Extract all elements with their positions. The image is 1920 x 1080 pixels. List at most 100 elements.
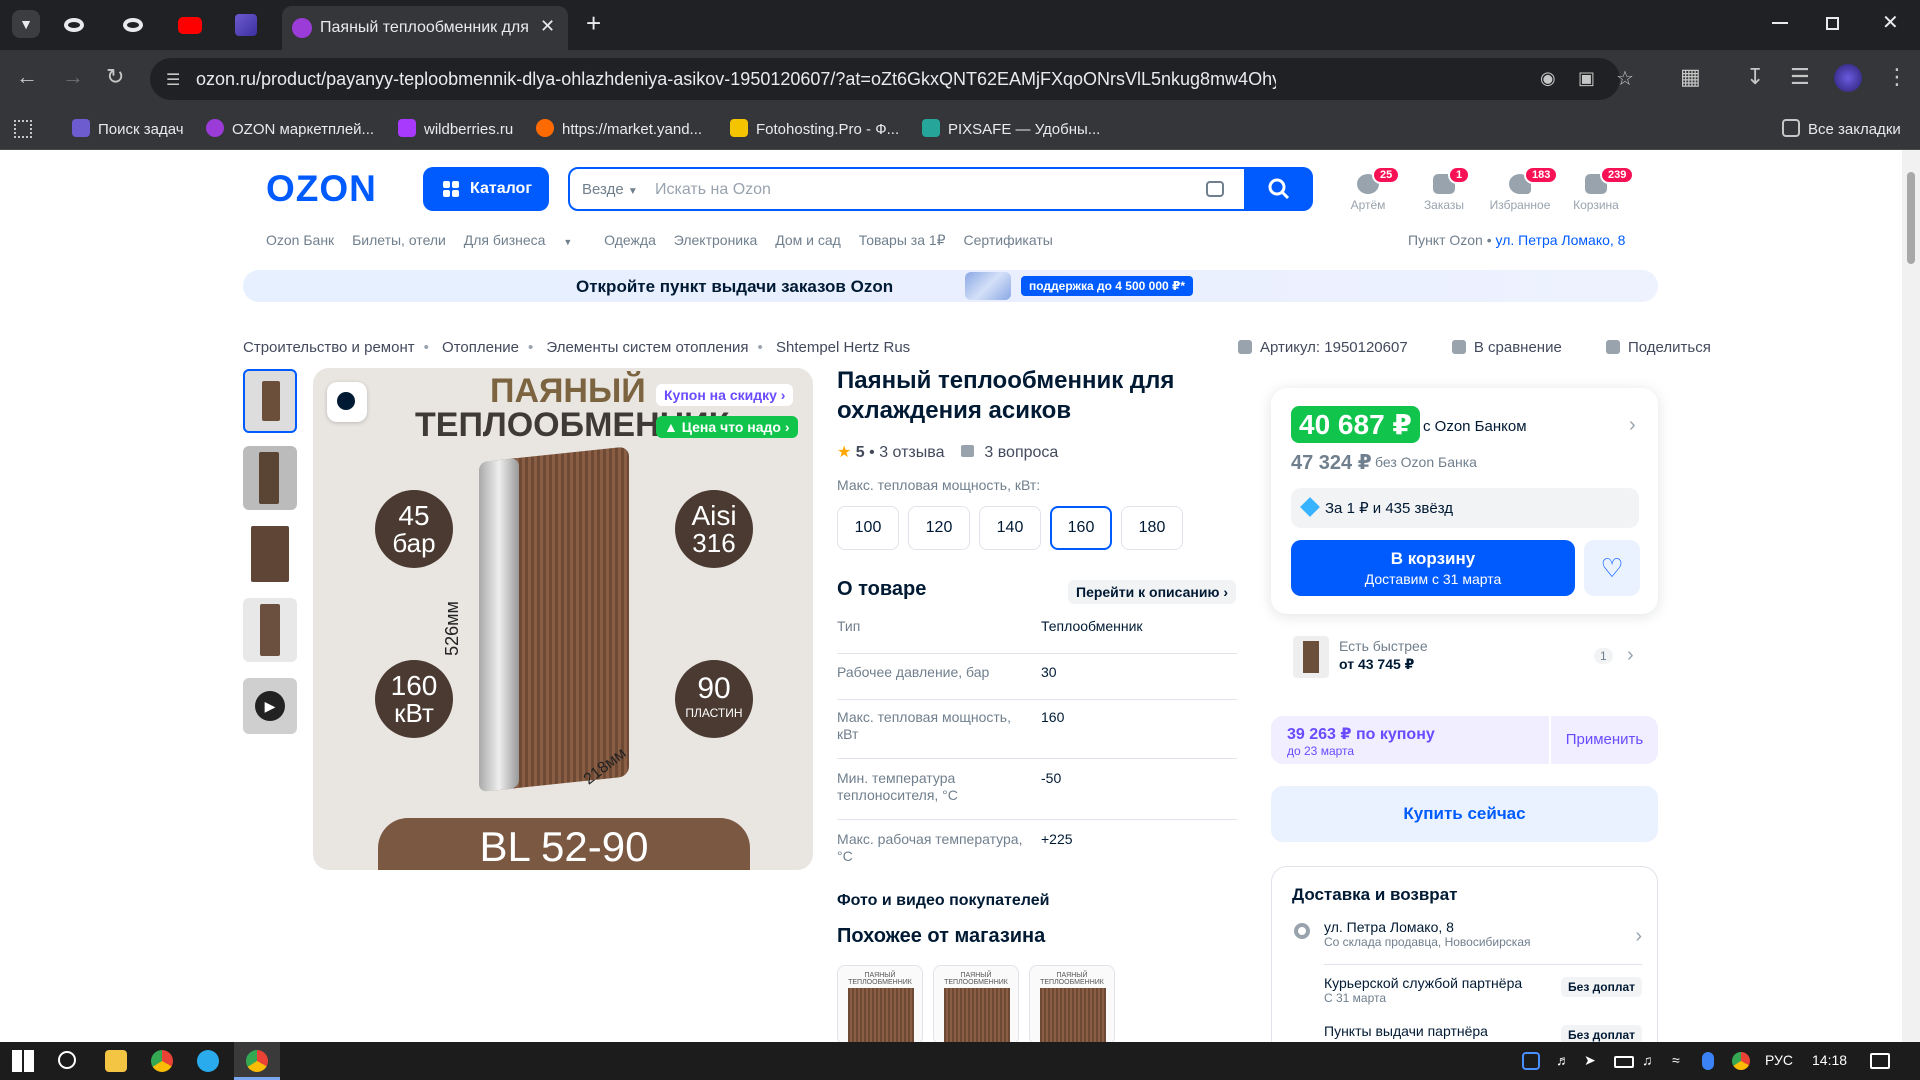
url-text[interactable]: ozon.ru/product/payanyy-teploobmennik-dl… [196, 69, 1276, 90]
bookmark-item[interactable]: Fotohosting.Pro - Ф... [730, 119, 899, 138]
chevron-right-icon[interactable]: › [1629, 414, 1636, 437]
gallery-thumbnail[interactable] [243, 369, 297, 433]
bookmark-item[interactable]: OZON маркетплей... [206, 119, 374, 138]
favorites-link[interactable]: 183 Избранное [1480, 166, 1560, 212]
clock[interactable]: 14:18 [1812, 1052, 1847, 1068]
breadcrumb-item[interactable]: Отопление [442, 339, 519, 356]
pinned-tab-opera-icon[interactable] [123, 18, 143, 32]
promo-banner[interactable]: Откройте пункт выдачи заказов Ozon подде… [243, 270, 1658, 302]
search-scope-select[interactable]: Везде ▼ [582, 181, 638, 198]
profile-avatar[interactable] [1834, 64, 1862, 92]
cart-link[interactable]: 239 Корзина [1556, 166, 1636, 212]
similar-product-card[interactable]: ПАЯНЫЙ ТЕПЛООБМЕННИК [933, 965, 1019, 1042]
reload-icon[interactable]: ↻ [106, 64, 124, 90]
language-indicator[interactable]: РУС [1765, 1052, 1793, 1068]
telegram-icon[interactable] [197, 1050, 219, 1072]
search-input[interactable] [655, 178, 1255, 202]
gallery-video-thumbnail[interactable]: ▶ [243, 678, 297, 734]
all-bookmarks[interactable]: Все закладки [1782, 119, 1901, 138]
camera-search-icon[interactable] [1206, 181, 1224, 197]
delivery-option-partner-points[interactable]: Пункты выдачи партнёра Без доплат [1324, 1023, 1642, 1042]
close-window-button[interactable]: ✕ [1882, 10, 1899, 35]
apply-coupon-button[interactable]: Применить [1549, 716, 1658, 764]
chrome-tray-icon[interactable] [1732, 1052, 1750, 1070]
apps-grid-icon[interactable] [14, 120, 32, 138]
bluetooth-icon[interactable] [1702, 1052, 1714, 1070]
battery-icon[interactable] [1614, 1056, 1634, 1068]
restore-button[interactable] [1826, 17, 1839, 30]
price-sticker[interactable]: ▲ Цена что надо › [656, 416, 798, 438]
gallery-thumbnail[interactable] [243, 522, 297, 586]
nav-item-clothes[interactable]: Одежда [604, 232, 656, 248]
breadcrumb-item[interactable]: Строительство и ремонт [243, 339, 415, 356]
extensions-icon[interactable]: ▦ [1680, 64, 1701, 90]
tracking-off-icon[interactable]: ◉ [1540, 68, 1556, 89]
ozon-logo[interactable]: OZON [266, 168, 377, 210]
delivery-option-courier[interactable]: Курьерской службой партнёра С 31 марта Б… [1324, 975, 1642, 1015]
rating-summary[interactable]: ★ 5 • 3 отзыва 3 вопроса [837, 442, 1058, 462]
option-120[interactable]: 120 [908, 506, 970, 550]
gallery-thumbnail[interactable] [243, 446, 297, 510]
telegram-tray-icon[interactable]: ➤ [1584, 1052, 1606, 1074]
active-tab[interactable]: Паяный теплообменник для охлаждения асик… [282, 6, 568, 50]
nav-item-certificates[interactable]: Сертификаты [963, 232, 1052, 248]
coupon-sticker[interactable]: Купон на скидку › [656, 384, 794, 406]
wifi-icon[interactable]: ≈ [1672, 1052, 1694, 1074]
go-to-description-link[interactable]: Перейти к описанию › [1068, 580, 1236, 604]
file-explorer-icon[interactable] [105, 1050, 127, 1072]
option-100[interactable]: 100 [837, 506, 899, 550]
delivery-option-pickup[interactable]: ул. Петра Ломако, 8 Со склада продавца, … [1324, 919, 1642, 965]
compare-button[interactable]: В сравнение [1451, 339, 1582, 356]
address-bar[interactable]: ☰ ozon.ru/product/payanyy-teploobmennik-… [150, 58, 1634, 100]
nav-item-electronics[interactable]: Электроника [674, 232, 758, 248]
pinned-tab-u-icon[interactable] [235, 14, 257, 36]
profile-link[interactable]: 25 Артём [1328, 166, 1408, 212]
scrollbar-thumb[interactable] [1907, 172, 1915, 264]
nav-item-business[interactable]: Для бизнеса ▼ [464, 232, 587, 248]
product-main-image[interactable]: ПАЯНЫЙ ТЕПЛООБМЕННИК Купон на скидку › ▲… [313, 368, 813, 870]
tray-icon[interactable] [1522, 1052, 1540, 1070]
back-arrow-icon[interactable]: ← [16, 64, 38, 90]
new-tab-button[interactable]: + [586, 8, 601, 39]
buy-now-button[interactable]: Купить сейчас [1271, 786, 1658, 842]
bookmark-item[interactable]: PIXSAFE — Удобны... [922, 119, 1100, 138]
pinned-tab-youtube-icon[interactable] [178, 17, 202, 34]
volume-icon[interactable]: ♬ [1556, 1052, 1578, 1074]
price-with-card[interactable]: 40 687 ₽ [1291, 406, 1420, 443]
similar-product-card[interactable]: ПАЯНЫЙ ТЕПЛООБМЕННИК [837, 965, 923, 1042]
bookmark-item[interactable]: https://market.yand... [536, 119, 702, 138]
bookmark-star-icon[interactable]: ☆ [1616, 66, 1634, 91]
pinned-tab-opera-icon[interactable] [64, 18, 84, 32]
pickup-point[interactable]: Пункт Ozon • ул. Петра Ломако, 8 [1408, 232, 1625, 248]
chrome-icon[interactable] [151, 1050, 173, 1072]
faster-offer[interactable]: Есть быстрее от 43 745 ₽ 1 › [1271, 628, 1658, 688]
search-button[interactable] [1244, 167, 1313, 211]
breadcrumb-item[interactable]: Shtempel Hertz Rus [776, 339, 910, 356]
nav-item-ozon-bank[interactable]: Ozon Банк [266, 232, 334, 248]
nav-item-goods-for-1[interactable]: Товары за 1₽ [859, 232, 946, 248]
speaker-icon[interactable]: ♫ [1642, 1052, 1664, 1074]
bookmark-item[interactable]: Поиск задач [72, 119, 184, 138]
site-settings-icon[interactable]: ☰ [166, 70, 180, 90]
image-search-icon[interactable] [327, 382, 367, 422]
option-160[interactable]: 160 [1050, 506, 1112, 550]
page-scrollbar[interactable] [1902, 150, 1920, 1042]
nav-item-tickets[interactable]: Билеты, отели [352, 232, 446, 248]
article-number[interactable]: Артикул: 1950120607 [1238, 339, 1428, 356]
search-icon[interactable] [58, 1051, 76, 1069]
close-tab-icon[interactable]: ✕ [540, 16, 555, 37]
download-icon[interactable]: ↧ [1746, 64, 1764, 90]
chrome-active-taskbar-item[interactable] [234, 1042, 280, 1080]
breadcrumb-item[interactable]: Элементы систем отопления [546, 339, 748, 356]
share-button[interactable]: Поделиться [1606, 339, 1731, 356]
tab-search-button[interactable]: ▼ [12, 10, 40, 38]
catalog-button[interactable]: Каталог [423, 167, 549, 211]
notifications-icon[interactable] [1870, 1053, 1890, 1069]
forward-arrow-icon[interactable]: → [62, 64, 84, 90]
windows-start-icon[interactable] [12, 1050, 34, 1072]
add-to-cart-button[interactable]: В корзину Доставим с 31 марта [1291, 540, 1575, 596]
gallery-thumbnail[interactable] [243, 598, 297, 662]
minimize-button[interactable] [1772, 22, 1788, 24]
option-140[interactable]: 140 [979, 506, 1041, 550]
nav-item-home-garden[interactable]: Дом и сад [775, 232, 841, 248]
